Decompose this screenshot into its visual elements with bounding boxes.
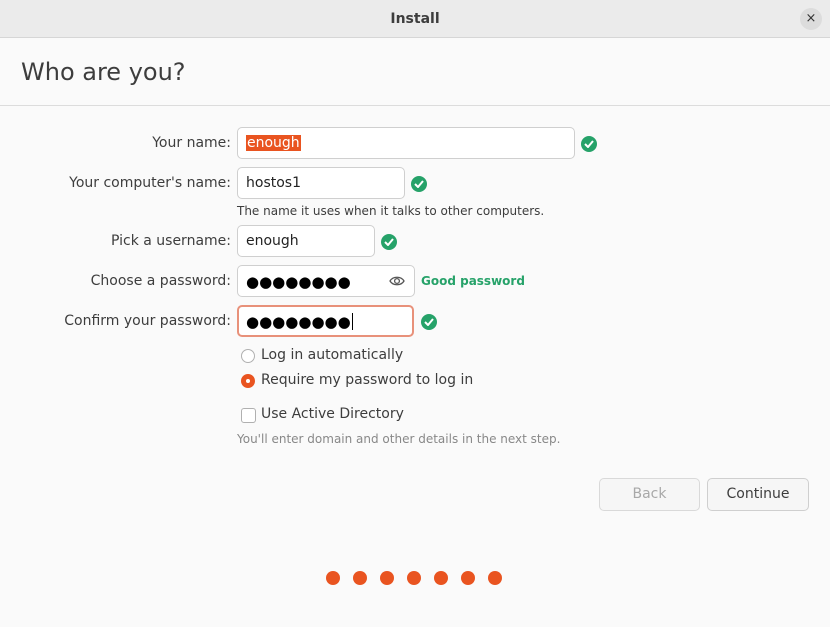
progress-dot [488, 571, 502, 585]
username-value: enough [246, 233, 299, 249]
computer-name-hint: The name it uses when it talks to other … [237, 204, 545, 218]
computer-name-field[interactable]: hostos1 [237, 167, 405, 199]
page-header: Who are you? [0, 38, 830, 106]
progress-dot [326, 571, 340, 585]
name-field[interactable]: enough [237, 127, 575, 159]
window-title: Install [390, 11, 440, 27]
active-directory-checkbox[interactable] [241, 408, 256, 423]
password-label: Choose a password: [90, 273, 231, 289]
check-circle-icon [381, 234, 397, 250]
window-titlebar: Install × [0, 0, 830, 38]
text-cursor [351, 313, 353, 330]
progress-dot [353, 571, 367, 585]
progress-dot [461, 571, 475, 585]
progress-dot [407, 571, 421, 585]
computer-name-label: Your computer's name: [69, 175, 231, 191]
progress-dot [380, 571, 394, 585]
close-icon[interactable]: × [800, 8, 822, 30]
login-auto-label[interactable]: Log in automatically [261, 347, 403, 363]
confirm-password-label: Confirm your password: [64, 313, 231, 329]
username-field[interactable]: enough [237, 225, 375, 257]
back-button[interactable]: Back [599, 478, 700, 511]
check-circle-icon [411, 176, 427, 192]
check-circle-icon [581, 136, 597, 152]
computer-name-value: hostos1 [246, 175, 301, 191]
require-password-radio[interactable] [241, 374, 255, 388]
password-value: ●●●●●●●● [246, 273, 351, 291]
username-label: Pick a username: [110, 233, 231, 249]
progress-dot [434, 571, 448, 585]
continue-button[interactable]: Continue [707, 478, 809, 511]
password-strength: Good password [421, 274, 525, 288]
require-password-label[interactable]: Require my password to log in [261, 372, 473, 388]
check-circle-icon [421, 314, 437, 330]
active-directory-hint: You'll enter domain and other details in… [237, 432, 561, 446]
eye-icon[interactable] [389, 275, 405, 287]
page-title: Who are you? [21, 58, 186, 86]
confirm-password-field[interactable]: ●●●●●●●● [237, 305, 414, 337]
confirm-password-value: ●●●●●●●● [246, 313, 351, 331]
name-label: Your name: [152, 135, 231, 151]
login-auto-radio[interactable] [241, 349, 255, 363]
name-value: enough [246, 135, 301, 151]
active-directory-label[interactable]: Use Active Directory [261, 406, 404, 422]
